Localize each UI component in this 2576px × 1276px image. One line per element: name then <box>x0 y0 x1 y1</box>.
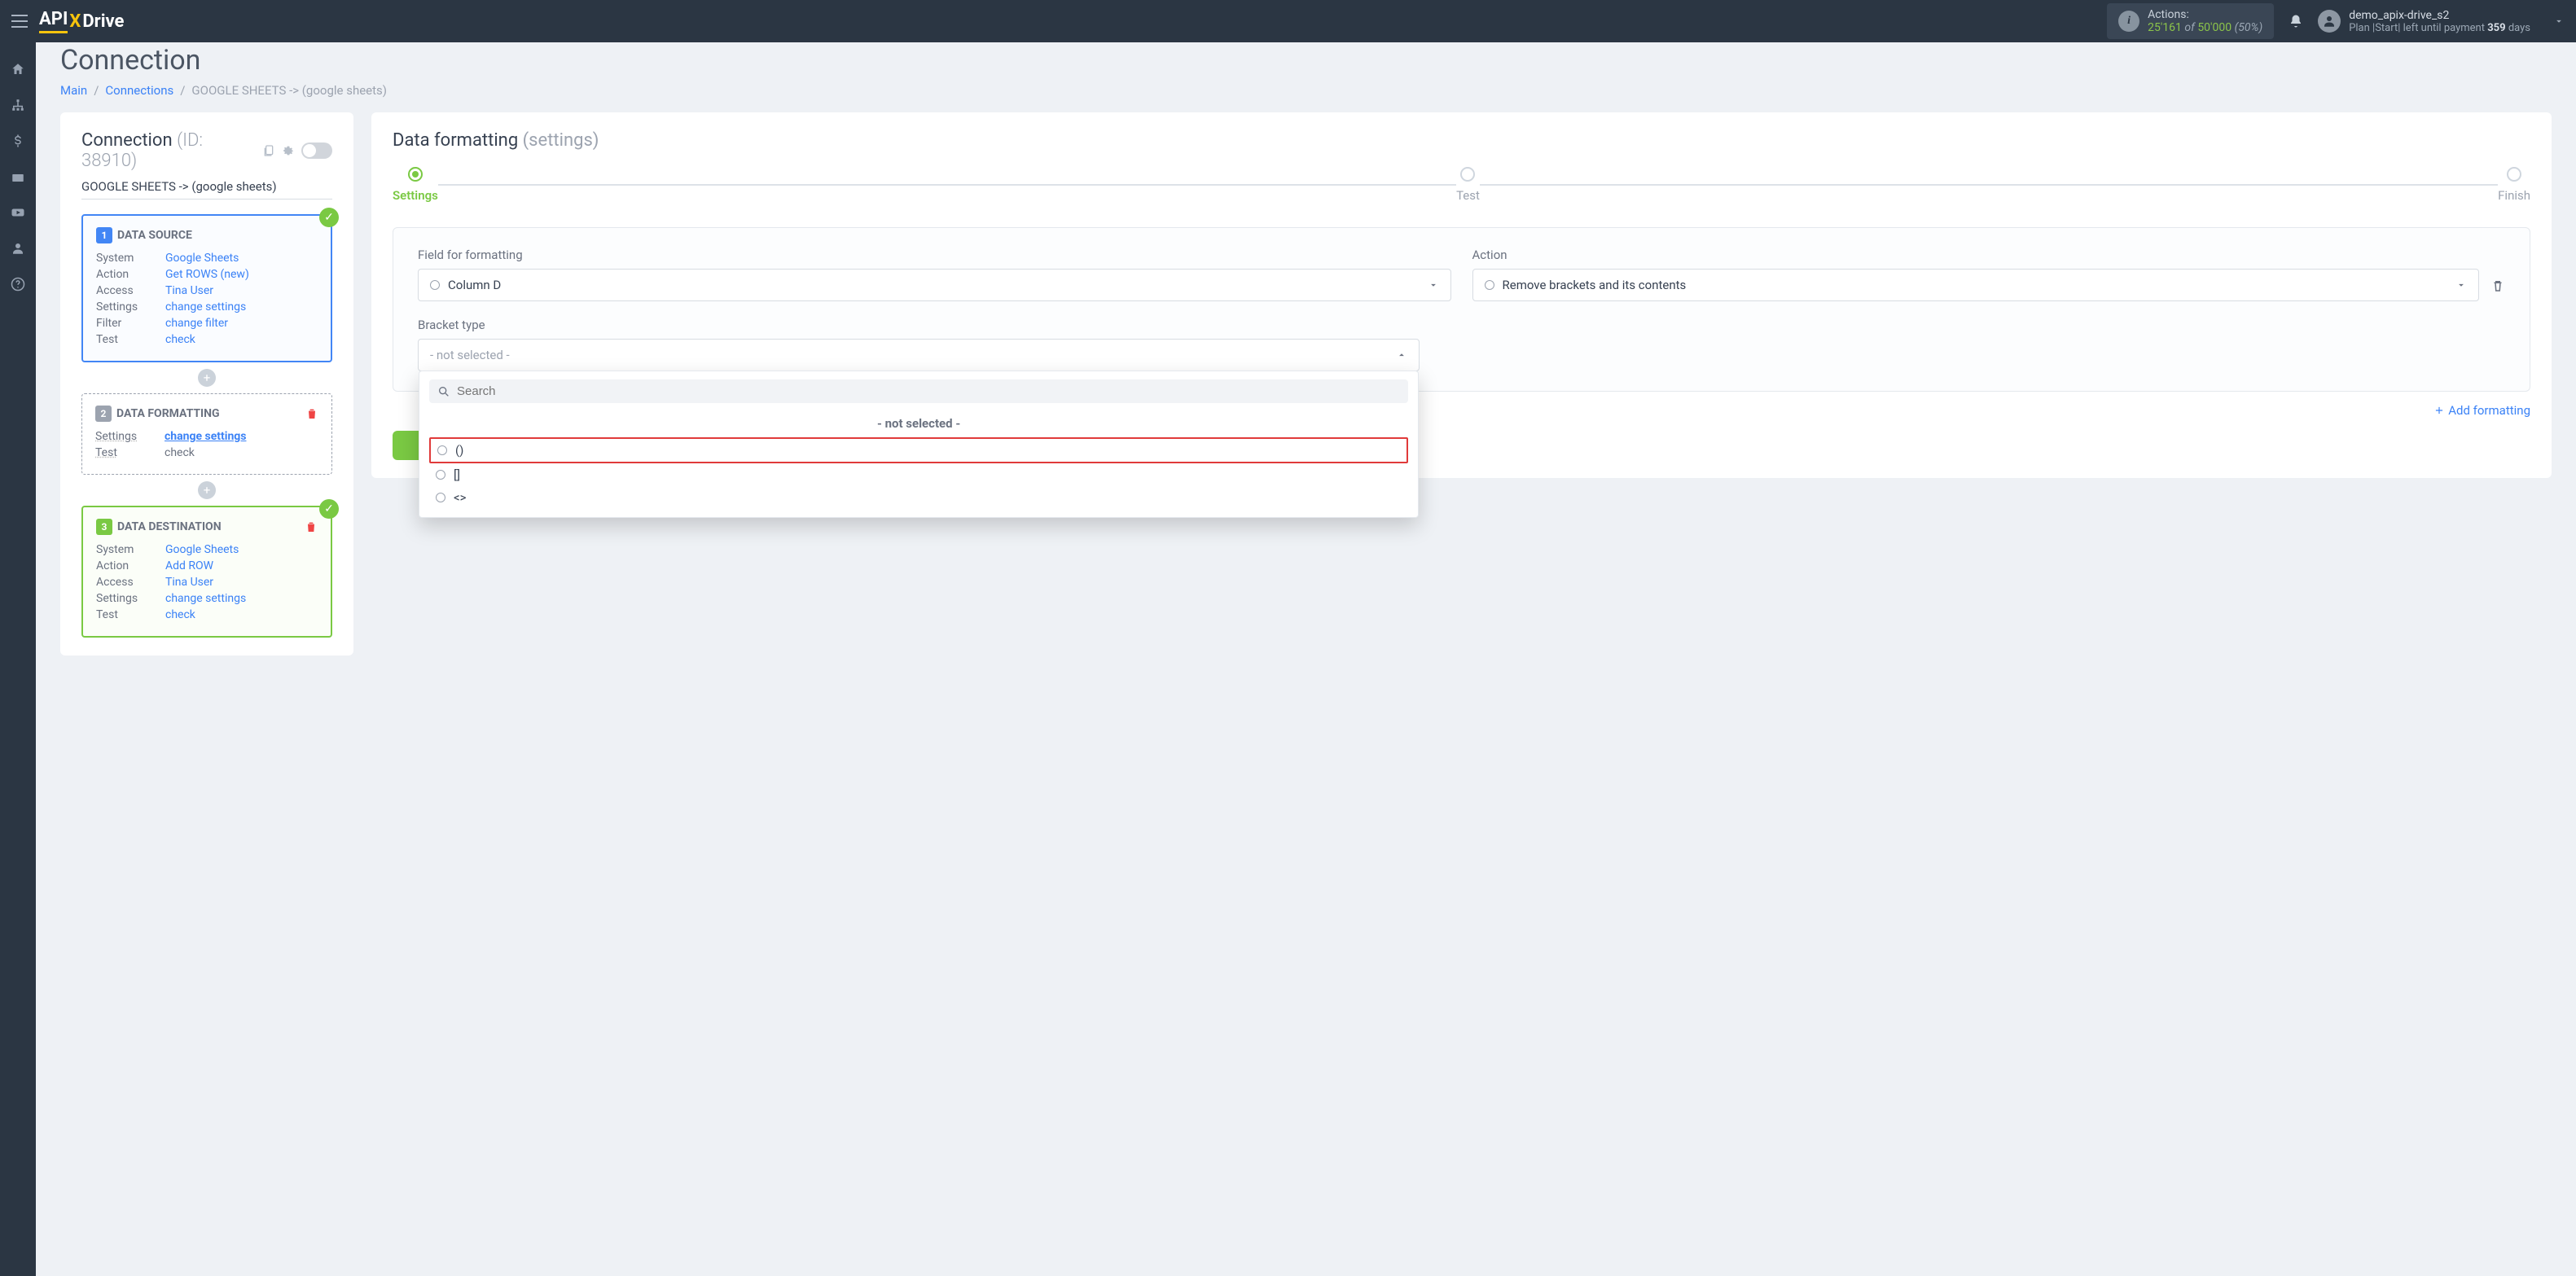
stepper: Settings Test Finish <box>393 167 2530 203</box>
formatting-test[interactable]: check <box>165 446 195 459</box>
step-data-formatting[interactable]: 2DATA FORMATTING Settingschange settings… <box>81 393 332 475</box>
chevron-down-icon <box>1428 279 1439 291</box>
sitemap-icon[interactable] <box>0 90 36 121</box>
logo-drive: Drive <box>82 11 124 32</box>
source-settings[interactable]: change settings <box>165 300 246 314</box>
chevron-down-icon[interactable] <box>2553 15 2565 27</box>
logo[interactable]: APIXDrive <box>39 9 124 33</box>
radio-icon <box>1485 280 1494 290</box>
connection-heading: Connection (ID: 38910) <box>81 130 256 171</box>
dest-system[interactable]: Google Sheets <box>165 543 239 556</box>
chevron-down-icon <box>2455 279 2467 291</box>
breadcrumb-main[interactable]: Main <box>60 83 87 98</box>
source-access[interactable]: Tina User <box>165 284 213 297</box>
menu-toggle[interactable] <box>11 15 28 28</box>
step-number: 2 <box>95 406 112 422</box>
action-select[interactable]: Remove brackets and its contents <box>1472 269 2480 301</box>
sidebar <box>0 42 36 1276</box>
step-data-source[interactable]: ✓ 1DATA SOURCE SystemGoogle Sheets Actio… <box>81 214 332 362</box>
topbar: APIXDrive i Actions: 25'161 of 50'000 (5… <box>0 0 2576 42</box>
chevron-up-icon <box>1396 349 1407 361</box>
source-action[interactable]: Get ROWS (new) <box>165 268 249 281</box>
page-title: Connection <box>60 44 2552 77</box>
dropdown-not-selected[interactable]: - not selected - <box>429 410 1408 437</box>
formatting-panel: Data formatting (settings) Settings Test… <box>371 112 2552 478</box>
field-value: Column D <box>448 278 1420 292</box>
bracket-select[interactable]: - not selected - - not selected - () <box>418 339 1420 371</box>
delete-formatting-icon[interactable] <box>2490 272 2505 301</box>
dropdown-search-input[interactable] <box>457 384 1400 398</box>
action-value: Remove brackets and its contents <box>1503 278 2448 292</box>
actions-box[interactable]: i Actions: 25'161 of 50'000 (50%) <box>2107 3 2274 39</box>
actions-label: Actions: <box>2148 8 2262 21</box>
logo-api: API <box>39 9 68 33</box>
dest-action[interactable]: Add ROW <box>165 559 213 572</box>
gear-icon[interactable] <box>282 144 295 157</box>
bracket-label: Bracket type <box>418 318 1420 332</box>
home-icon[interactable] <box>0 54 36 85</box>
actions-total: 50'000 <box>2197 21 2232 34</box>
user-menu[interactable]: demo_apix-drive_s2 Plan |Start| left unt… <box>2318 9 2530 34</box>
formatting-heading: Data formatting (settings) <box>393 130 2530 151</box>
step-number: 3 <box>96 519 112 535</box>
stepper-finish[interactable]: Finish <box>2498 167 2530 203</box>
action-label: Action <box>1472 248 2480 262</box>
formatting-form: Field for formatting Column D Action <box>393 227 2530 392</box>
copy-icon[interactable] <box>262 144 275 157</box>
help-icon[interactable] <box>0 269 36 300</box>
check-icon: ✓ <box>319 499 339 519</box>
add-step-button[interactable]: + <box>198 369 216 387</box>
breadcrumb-current: GOOGLE SHEETS -> (google sheets) <box>191 83 387 98</box>
dropdown-option-anglebrackets[interactable]: <> <box>429 486 1408 509</box>
field-select[interactable]: Column D <box>418 269 1451 301</box>
plan-info: Plan |Start| left until payment 359 days <box>2349 22 2530 34</box>
step-title: DATA FORMATTING <box>116 407 220 420</box>
plus-icon <box>2433 405 2445 416</box>
source-system[interactable]: Google Sheets <box>165 252 239 265</box>
actions-count: 25'161 <box>2148 21 2182 34</box>
user-icon[interactable] <box>0 233 36 264</box>
source-test[interactable]: check <box>165 333 195 346</box>
delete-icon[interactable] <box>305 520 318 533</box>
youtube-icon[interactable] <box>0 197 36 228</box>
dropdown-option-squarebrackets[interactable]: [] <box>429 463 1408 486</box>
bell-icon[interactable] <box>2289 14 2303 29</box>
source-filter[interactable]: change filter <box>165 317 228 330</box>
search-icon <box>437 385 450 398</box>
breadcrumb: Main / Connections / GOOGLE SHEETS -> (g… <box>60 83 2552 98</box>
dest-test[interactable]: check <box>165 608 195 621</box>
logo-x: X <box>69 11 81 32</box>
dest-access[interactable]: Tina User <box>165 576 213 589</box>
step-data-destination[interactable]: ✓ 3DATA DESTINATION SystemGoogle Sheets … <box>81 506 332 638</box>
connection-name[interactable]: GOOGLE SHEETS -> (google sheets) <box>81 179 332 200</box>
formatting-settings[interactable]: change settings <box>165 430 246 443</box>
check-icon: ✓ <box>319 208 339 227</box>
radio-icon <box>430 280 440 290</box>
dollar-icon[interactable] <box>0 125 36 156</box>
dropdown-search[interactable] <box>429 379 1408 403</box>
stepper-test[interactable]: Test <box>1456 167 1480 203</box>
step-number: 1 <box>96 227 112 243</box>
step-title: DATA DESTINATION <box>117 520 222 533</box>
step-title: DATA SOURCE <box>117 229 192 242</box>
bracket-dropdown: - not selected - () [] <> <box>419 371 1419 518</box>
info-icon: i <box>2118 11 2139 32</box>
briefcase-icon[interactable] <box>0 161 36 192</box>
actions-pct: (50%) <box>2235 21 2263 34</box>
actions-of: of <box>2184 21 2194 34</box>
avatar-icon <box>2318 10 2341 33</box>
bracket-value: - not selected - <box>430 348 1388 362</box>
breadcrumb-connections[interactable]: Connections <box>105 83 173 98</box>
stepper-settings[interactable]: Settings <box>393 167 438 203</box>
connection-toggle[interactable] <box>301 143 332 159</box>
dest-settings[interactable]: change settings <box>165 592 246 605</box>
field-label: Field for formatting <box>418 248 1451 262</box>
dropdown-option-parentheses[interactable]: () <box>429 437 1408 463</box>
add-step-button[interactable]: + <box>198 481 216 499</box>
username: demo_apix-drive_s2 <box>2349 9 2530 22</box>
connection-panel: Connection (ID: 38910) GOOGLE SHEETS -> … <box>60 112 353 656</box>
delete-icon[interactable] <box>305 407 318 420</box>
